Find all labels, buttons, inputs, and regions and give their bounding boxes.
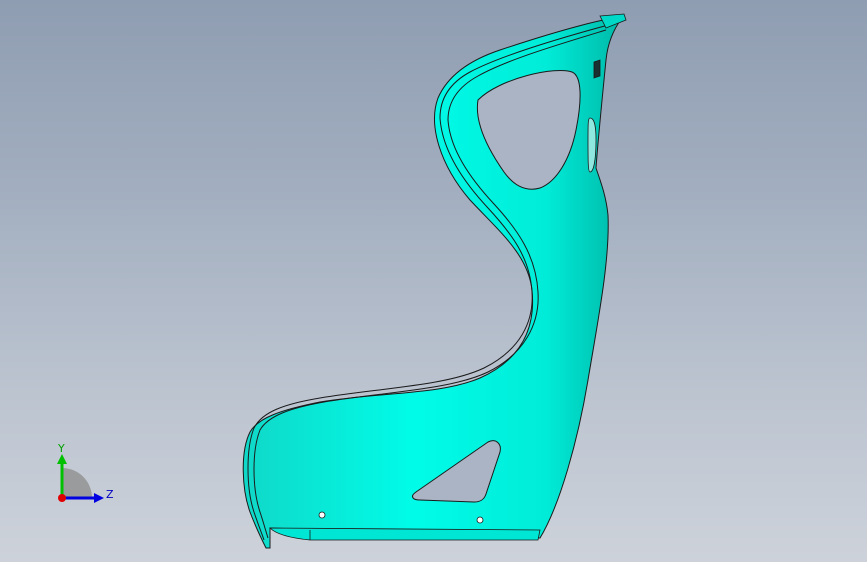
mount-hole-rear[interactable] [476, 516, 484, 524]
triad-y-arrow [57, 454, 67, 464]
triad-x-axis-dot [58, 494, 66, 502]
triad-z-label: Z [106, 488, 114, 501]
bottom-flange [269, 527, 541, 541]
side-slot-small [593, 59, 601, 79]
reference-triad[interactable]: Y Z [40, 440, 120, 520]
seat-shell-model[interactable] [0, 0, 867, 562]
graphics-viewport[interactable]: Y Z [0, 0, 867, 562]
triad-y-label: Y [57, 442, 65, 455]
triad-z-arrow [94, 493, 104, 503]
triad-plane-shade [62, 468, 92, 498]
mount-hole-front[interactable] [318, 511, 326, 519]
side-slot [587, 117, 597, 173]
